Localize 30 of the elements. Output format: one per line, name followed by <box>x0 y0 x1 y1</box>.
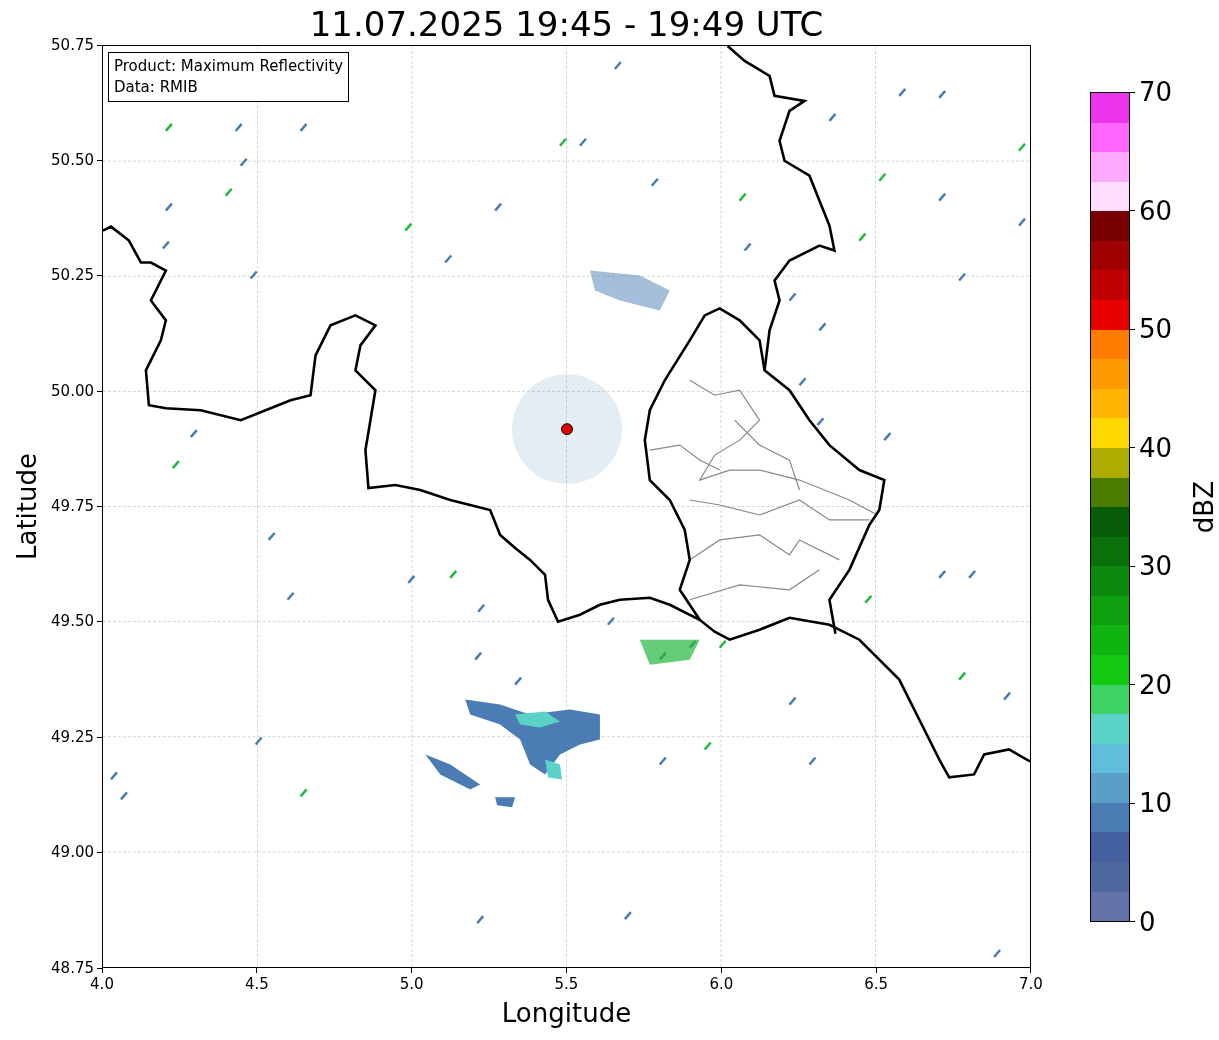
y-tick-label: 50.25 <box>51 268 94 284</box>
x-tick-label: 4.0 <box>90 977 114 992</box>
colorbar-tick-label: 10 <box>1139 790 1173 817</box>
colorbar-tick-label: 0 <box>1139 908 1156 935</box>
colorbar-label: dBZ <box>1189 480 1219 534</box>
colorbar-tick-label: 40 <box>1139 434 1173 461</box>
y-tick-label: 48.75 <box>51 960 94 976</box>
y-tick-label: 49.50 <box>51 614 94 630</box>
x-tick-label: 7.0 <box>1019 977 1043 992</box>
colorbar-tick-label: 20 <box>1139 671 1173 698</box>
x-axis-label: Longitude <box>501 998 632 1028</box>
legend-text: Product: Maximum Reflectivity <box>114 56 344 77</box>
y-tick-label: 49.00 <box>51 845 94 861</box>
x-tick-label: 6.0 <box>709 977 734 992</box>
y-tick-label: 50.00 <box>51 383 94 399</box>
x-tick-label: 4.5 <box>244 977 269 992</box>
colorbar-tick-label: 50 <box>1139 316 1173 343</box>
y-tick-label: 50.75 <box>51 37 94 53</box>
y-axis-label: Latitude <box>12 453 42 560</box>
colorbar-tick-label: 70 <box>1139 79 1173 105</box>
legend-text: Data: RMIB <box>114 77 199 98</box>
chart-title: 11.07.2025 19:45 - 19:49 UTC <box>309 7 824 45</box>
x-tick-label: 6.5 <box>864 977 889 992</box>
colorbar-tick-label: 30 <box>1139 553 1173 580</box>
y-tick-label: 49.75 <box>51 499 94 514</box>
x-tick-label: 5.0 <box>399 977 424 992</box>
y-tick-label: 49.25 <box>51 729 94 745</box>
x-tick-label: 5.5 <box>554 977 579 992</box>
y-tick-label: 50.50 <box>51 152 94 168</box>
colorbar-tick-label: 60 <box>1139 197 1173 224</box>
